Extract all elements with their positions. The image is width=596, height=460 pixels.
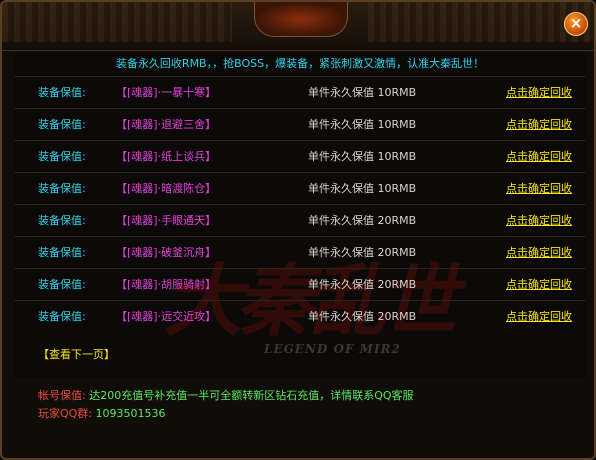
item-price: 单件永久保值 20RMB <box>308 278 417 291</box>
recycle-row: 装备保值: 【[魂器]·破釜沉舟】 单件永久保值 20RMB 点击确定回收 <box>14 236 586 268</box>
item-price: 单件永久保值 10RMB <box>308 150 417 163</box>
item-name: 【[魂器]·退避三舍】 <box>116 118 217 131</box>
recycle-row: 装备保值: 【[魂器]·胡服骑射】 单件永久保值 20RMB 点击确定回收 <box>14 268 586 300</box>
qq-label: 玩家QQ群: <box>38 407 93 420</box>
row-label: 装备保值: <box>38 214 86 227</box>
account-label: 帐号保值: <box>38 389 86 402</box>
footer-info: 帐号保值: 达200充值号补充值一半可全额转新区钻石充值，详情联系QQ客服 玩家… <box>14 382 586 452</box>
recycle-row: 装备保值: 【[魂器]·纸上谈兵】 单件永久保值 10RMB 点击确定回收 <box>14 140 586 172</box>
next-page-link[interactable]: 【查看下一页】 <box>38 346 115 362</box>
confirm-recycle-link[interactable]: 点击确定回收 <box>506 77 572 108</box>
row-label: 装备保值: <box>38 150 86 163</box>
confirm-recycle-link[interactable]: 点击确定回收 <box>506 109 572 140</box>
confirm-recycle-link[interactable]: 点击确定回收 <box>506 269 572 300</box>
recycle-window: × 大秦乱世 LEGEND OF MIR2 装备永久回收RMB，，抢BOSS，爆… <box>0 0 596 460</box>
headline: 装备永久回收RMB，，抢BOSS，爆装备，紧张刺激又激情，认准大秦乱世！ <box>115 57 485 70</box>
item-name: 【[魂器]·手眼通天】 <box>116 214 217 227</box>
item-name: 【[魂器]·胡服骑射】 <box>116 278 217 291</box>
item-name: 【[魂器]·一暴十寒】 <box>116 86 217 99</box>
title-ornament-right <box>368 2 594 42</box>
content-panel: 大秦乱世 LEGEND OF MIR2 装备永久回收RMB，，抢BOSS，爆装备… <box>14 52 586 378</box>
watermark-subtitle: LEGEND OF MIR2 <box>264 342 401 356</box>
row-label: 装备保值: <box>38 118 86 131</box>
item-name: 【[魂器]·远交近攻】 <box>116 310 217 323</box>
confirm-recycle-link[interactable]: 点击确定回收 <box>506 301 572 332</box>
confirm-recycle-link[interactable]: 点击确定回收 <box>506 173 572 204</box>
account-line: 帐号保值: 达200充值号补充值一半可全额转新区钻石充值，详情联系QQ客服 <box>38 388 414 404</box>
item-price: 单件永久保值 10RMB <box>308 118 417 131</box>
item-name: 【[魂器]·破釜沉舟】 <box>116 246 217 259</box>
confirm-recycle-link[interactable]: 点击确定回收 <box>506 141 572 172</box>
recycle-row: 装备保值: 【[魂器]·暗渡陈仓】 单件永久保值 10RMB 点击确定回收 <box>14 172 586 204</box>
qq-line: 玩家QQ群: 1093501536 <box>38 406 166 422</box>
confirm-recycle-link[interactable]: 点击确定回收 <box>506 237 572 268</box>
row-label: 装备保值: <box>38 86 86 99</box>
account-text: 达200充值号补充值一半可全额转新区钻石充值，详情联系QQ客服 <box>89 389 414 402</box>
qq-number: 1093501536 <box>95 407 166 420</box>
item-price: 单件永久保值 20RMB <box>308 214 417 227</box>
item-price: 单件永久保值 10RMB <box>308 182 417 195</box>
item-price: 单件永久保值 10RMB <box>308 86 417 99</box>
row-label: 装备保值: <box>38 278 86 291</box>
title-emblem <box>254 2 348 37</box>
row-label: 装备保值: <box>38 310 86 323</box>
recycle-row: 装备保值: 【[魂器]·远交近攻】 单件永久保值 20RMB 点击确定回收 <box>14 300 586 332</box>
recycle-row: 装备保值: 【[魂器]·退避三舍】 单件永久保值 10RMB 点击确定回收 <box>14 108 586 140</box>
window-title-bar <box>2 2 594 51</box>
title-ornament-left <box>2 2 232 42</box>
item-price: 单件永久保值 20RMB <box>308 310 417 323</box>
item-name: 【[魂器]·纸上谈兵】 <box>116 150 217 163</box>
confirm-recycle-link[interactable]: 点击确定回收 <box>506 205 572 236</box>
recycle-row: 装备保值: 【[魂器]·一暴十寒】 单件永久保值 10RMB 点击确定回收 <box>14 76 586 108</box>
close-icon[interactable]: × <box>564 12 588 36</box>
row-label: 装备保值: <box>38 182 86 195</box>
item-price: 单件永久保值 20RMB <box>308 246 417 259</box>
item-name: 【[魂器]·暗渡陈仓】 <box>116 182 217 195</box>
recycle-row: 装备保值: 【[魂器]·手眼通天】 单件永久保值 20RMB 点击确定回收 <box>14 204 586 236</box>
row-label: 装备保值: <box>38 246 86 259</box>
